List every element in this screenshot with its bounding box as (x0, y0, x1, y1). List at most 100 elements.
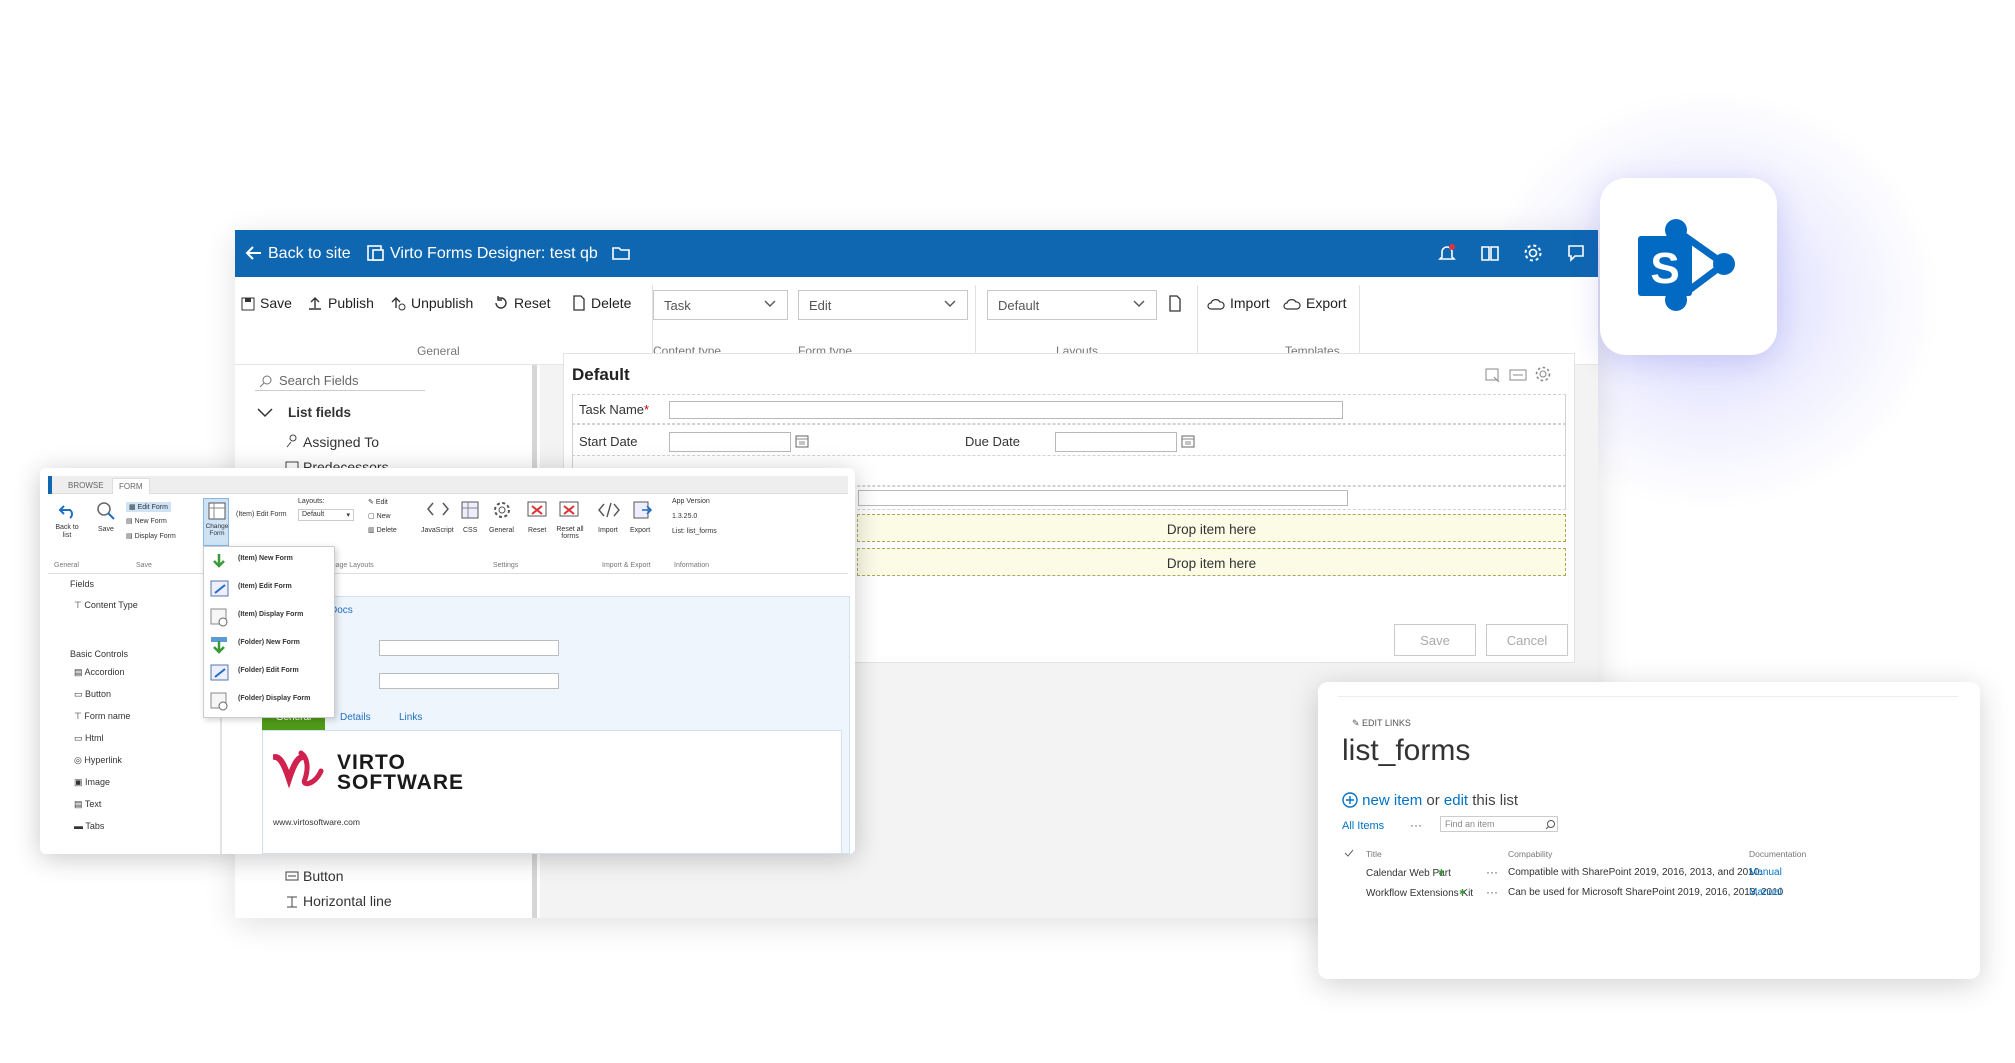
form-type-select[interactable]: Edit (798, 290, 968, 320)
new-item-link[interactable]: new item (1362, 792, 1422, 809)
field-assigned-to[interactable]: Assigned To (303, 434, 379, 450)
content-type-field[interactable]: ⊤ Content Type (74, 600, 138, 611)
book-icon[interactable] (1479, 242, 1501, 264)
task-name-input[interactable] (669, 401, 1343, 419)
drop-zone-2[interactable]: Drop item here (857, 548, 1566, 576)
reset-all-icon[interactable] (558, 500, 580, 520)
javascript-icon[interactable] (426, 500, 450, 518)
menu-item-folder-display-form[interactable]: (Folder) Display Form (238, 695, 310, 702)
control-button[interactable]: Button (303, 868, 343, 884)
preview-icon[interactable] (1484, 367, 1502, 383)
virto-url[interactable]: www.virtosoftware.com (273, 817, 360, 827)
row-doc-link[interactable]: Manual (1749, 867, 1782, 878)
view-more-button[interactable]: ··· (1410, 818, 1422, 832)
undo-arrow-icon[interactable] (58, 500, 78, 520)
css-button[interactable]: CSS (463, 527, 477, 534)
reset-all-forms-button[interactable]: Reset all forms (555, 526, 585, 540)
folder-open-icon[interactable] (610, 242, 632, 264)
edit-links[interactable]: ✎ EDIT LINKS (1352, 718, 1411, 729)
export-icon[interactable] (632, 500, 652, 520)
new-form-item[interactable]: ▤ New Form (126, 517, 167, 525)
css-icon[interactable] (460, 500, 480, 520)
reset-button-classic[interactable]: Reset (528, 527, 546, 534)
calendar-icon[interactable] (1181, 434, 1195, 448)
menu-item-folder-new-form[interactable]: (Folder) New Form (238, 639, 300, 646)
import-button[interactable]: Import (1207, 295, 1270, 311)
feedback-icon[interactable] (1565, 242, 1587, 264)
reset-icon[interactable] (526, 500, 548, 520)
publish-button[interactable]: Publish (307, 295, 374, 311)
menu-item-display-form[interactable]: (Item) Display Form (238, 611, 303, 618)
row-more-button[interactable]: ··· (1486, 865, 1498, 879)
list-fields-header[interactable]: List fields (288, 405, 351, 420)
find-item-input[interactable]: Find an item (1440, 816, 1558, 832)
control-horizontal-line[interactable]: Horizontal line (303, 893, 392, 909)
import-button-classic[interactable]: Import (598, 527, 618, 534)
row-doc-link[interactable]: Manual (1749, 887, 1782, 898)
control-tabs[interactable]: ▬ Tabs (74, 821, 104, 831)
menu-item-edit-form[interactable]: (Item) Edit Form (238, 583, 292, 590)
export-button-classic[interactable]: Export (630, 527, 650, 534)
new-layout-icon[interactable] (1168, 295, 1182, 313)
row-title[interactable]: Workflow Extensions Kit (1366, 888, 1473, 899)
import-code-icon[interactable] (598, 502, 620, 518)
delete-button[interactable]: Delete (572, 295, 631, 311)
column-documentation[interactable]: Documentation (1749, 849, 1806, 859)
form-save-button[interactable]: Save (1394, 624, 1476, 656)
calendar-icon[interactable] (795, 434, 809, 448)
classic-save-button[interactable]: Save (98, 526, 114, 533)
tab-details[interactable]: Details (340, 712, 371, 723)
tab-form[interactable]: FORM (112, 478, 150, 494)
due-date-input[interactable] (1055, 432, 1177, 452)
classic-input-2[interactable] (379, 673, 559, 689)
column-title[interactable]: Title (1366, 849, 1382, 859)
gear-icon[interactable] (492, 500, 512, 520)
change-form-button[interactable]: Change Form (203, 498, 229, 546)
column-compability[interactable]: Compability (1508, 849, 1552, 859)
chevron-down-icon[interactable] (257, 407, 273, 419)
back-to-site-link[interactable]: Back to site (268, 245, 351, 263)
menu-item-new-form[interactable]: (Item) New Form (238, 555, 293, 562)
edit-form-item[interactable]: ▦ Edit Form (126, 502, 171, 512)
control-html[interactable]: ▭ Html (74, 733, 104, 744)
select-all-check-icon[interactable] (1344, 849, 1354, 857)
back-arrow-icon[interactable] (243, 242, 265, 264)
edit-link[interactable]: edit (1444, 792, 1468, 809)
menu-item-folder-edit-form[interactable]: (Folder) Edit Form (238, 667, 299, 674)
tab-browse[interactable]: BROWSE (68, 481, 104, 490)
drop-zone-1[interactable]: Drop item here (857, 514, 1566, 542)
back-to-list-button[interactable]: Back to list (54, 524, 80, 540)
gear-icon[interactable] (1522, 242, 1544, 264)
classic-layout-select[interactable]: Default ▾ (298, 509, 354, 521)
control-accordion[interactable]: ▤ Accordion (74, 667, 125, 678)
javascript-button[interactable]: JavaScript (421, 527, 454, 534)
layout-select[interactable]: Default (987, 290, 1157, 320)
all-items-view[interactable]: All Items (1342, 820, 1384, 832)
display-form-item[interactable]: ▤ Display Form (126, 532, 176, 540)
save-search-icon[interactable] (95, 500, 117, 520)
row-more-button[interactable]: ··· (1486, 885, 1498, 899)
unpublish-button[interactable]: Unpublish (390, 295, 473, 311)
search-fields[interactable]: Search Fields (255, 373, 425, 391)
layout-edit-button[interactable]: ✎ Edit (368, 498, 388, 506)
form-cancel-button[interactable]: Cancel (1486, 624, 1568, 656)
export-button[interactable]: Export (1283, 295, 1346, 311)
start-date-input[interactable] (669, 432, 791, 452)
tab-links[interactable]: Links (399, 712, 422, 723)
notification-bell-icon[interactable] (1436, 242, 1458, 264)
add-circle-icon[interactable] (1342, 792, 1358, 808)
content-type-select[interactable]: Task (653, 290, 788, 320)
gear-icon[interactable] (1534, 365, 1552, 383)
control-hyperlink[interactable]: ◎ Hyperlink (74, 755, 122, 766)
control-image[interactable]: ▣ Image (74, 777, 110, 788)
reset-button[interactable]: Reset (493, 295, 551, 311)
control-button-classic[interactable]: ▭ Button (74, 689, 111, 700)
search-icon[interactable] (1545, 819, 1556, 830)
section-input[interactable] (858, 490, 1348, 506)
layout-new-button[interactable]: ▢ New (368, 512, 391, 520)
control-form-name[interactable]: ⊤ Form name (74, 711, 130, 722)
save-button[interactable]: Save (241, 295, 292, 311)
control-text[interactable]: ▤ Text (74, 799, 101, 810)
layout-settings-icon[interactable] (1509, 368, 1527, 382)
general-settings-button[interactable]: General (489, 527, 514, 534)
